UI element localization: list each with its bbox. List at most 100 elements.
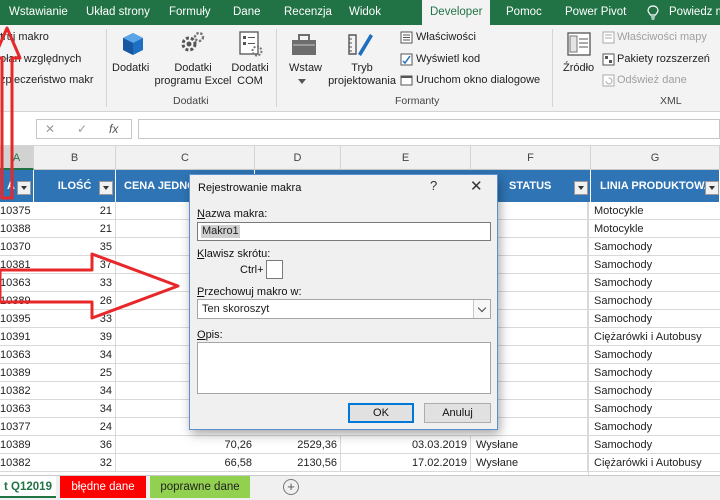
cell-total[interactable]: 2130,56	[255, 454, 341, 472]
view-code-button[interactable]: Wyświetl kod	[416, 53, 480, 65]
cell-quantity[interactable]: 26	[34, 292, 116, 310]
cell-product-line[interactable]: Samochody	[591, 292, 720, 310]
add-sheet-button[interactable]: +	[283, 479, 299, 495]
cell-product-line[interactable]: Motocykle	[591, 220, 720, 238]
tab-developer[interactable]: Developer	[422, 0, 491, 25]
excel-addins-button[interactable]: Dodatki programu Excel	[154, 62, 232, 88]
cell-order-number[interactable]: 10388	[0, 220, 34, 238]
tab-review[interactable]: Recenzja	[284, 0, 332, 25]
filter-dropdown-a[interactable]	[17, 181, 31, 195]
cell-product-line[interactable]: Samochody	[591, 382, 720, 400]
cell-product-line[interactable]: Samochody	[591, 238, 720, 256]
cell-order-number[interactable]: 10395	[0, 310, 34, 328]
column-header-f[interactable]: F	[471, 146, 591, 170]
cell-product-line[interactable]: Samochody	[591, 436, 720, 454]
cell-quantity[interactable]: 32	[34, 454, 116, 472]
column-header-b[interactable]: B	[34, 146, 116, 170]
cell-quantity[interactable]: 33	[34, 310, 116, 328]
refresh-data-button[interactable]: Odśwież dane	[617, 74, 687, 86]
insert-controls-button[interactable]: Wstaw	[289, 62, 322, 75]
close-icon[interactable]: ✕	[470, 177, 483, 195]
expansion-packs-button[interactable]: Pakiety rozszerzeń	[617, 53, 710, 65]
sheet-tab-bad-data[interactable]: błędne dane	[60, 476, 146, 498]
cell-product-line[interactable]: Samochody	[591, 310, 720, 328]
formula-input[interactable]	[138, 119, 720, 139]
cell-quantity[interactable]: 39	[34, 328, 116, 346]
cell-quantity[interactable]: 37	[34, 256, 116, 274]
cell-quantity[interactable]: 34	[34, 382, 116, 400]
column-header-e[interactable]: E	[341, 146, 471, 170]
ok-button[interactable]: OK	[348, 403, 414, 423]
record-macro-button[interactable]: truj makro	[0, 31, 49, 43]
cell-product-line[interactable]: Samochody	[591, 346, 720, 364]
cell-unit-price[interactable]: 66,58	[200, 454, 255, 472]
tell-me-search[interactable]: Powiedz m	[669, 0, 720, 25]
column-header-a[interactable]: A	[0, 146, 34, 170]
cell-product-line[interactable]: Samochody	[591, 400, 720, 418]
column-header-d[interactable]: D	[255, 146, 341, 170]
cell-order-number[interactable]: 10382	[0, 382, 34, 400]
cell-order-number[interactable]: 10363	[0, 346, 34, 364]
sheet-tab-q12019[interactable]: t Q12019	[0, 476, 56, 498]
cell-order-number[interactable]: 10363	[0, 400, 34, 418]
cancel-button[interactable]: Anuluj	[424, 403, 491, 423]
cell-order-number[interactable]: 10377	[0, 418, 34, 436]
cell-order-number[interactable]: 10382	[0, 454, 34, 472]
tab-data[interactable]: Dane	[233, 0, 261, 25]
cell-total[interactable]: 2529,36	[255, 436, 341, 454]
cell-order-number[interactable]: 10381	[0, 256, 34, 274]
cell-order-number[interactable]: 10391	[0, 328, 34, 346]
cell-product-line[interactable]: Ciężarówki i Autobusy	[591, 328, 720, 346]
com-addins-button[interactable]: Dodatki COM	[230, 62, 270, 88]
map-properties-button[interactable]: Właściwości mapy	[617, 31, 707, 43]
shortcut-key-input[interactable]	[266, 260, 283, 279]
cell-date[interactable]: 17.02.2019	[341, 454, 471, 472]
tab-page-layout[interactable]: Układ strony	[86, 0, 150, 25]
column-header-g[interactable]: G	[591, 146, 720, 170]
cell-status[interactable]: Wysłane	[474, 436, 588, 454]
filter-dropdown-line[interactable]	[705, 181, 719, 195]
use-relative-references-button[interactable]: ołań względnych	[0, 53, 81, 65]
cell-product-line[interactable]: Samochody	[591, 418, 720, 436]
store-macro-select[interactable]: Ten skoroszyt	[197, 299, 491, 319]
cell-product-line[interactable]: Ciężarówki i Autobusy	[591, 454, 720, 472]
filter-dropdown-status[interactable]	[574, 181, 588, 195]
cell-quantity[interactable]: 33	[34, 274, 116, 292]
help-icon[interactable]: ?	[430, 178, 437, 193]
tab-view[interactable]: Widok	[349, 0, 381, 25]
cell-order-number[interactable]: 10363	[0, 274, 34, 292]
tab-power-pivot[interactable]: Power Pivot	[565, 0, 626, 25]
run-dialog-button[interactable]: Uruchom okno dialogowe	[416, 74, 540, 86]
cell-product-line[interactable]: Samochody	[591, 256, 720, 274]
filter-dropdown-qty[interactable]	[99, 181, 113, 195]
tab-insert[interactable]: Wstawianie	[9, 0, 68, 25]
cell-product-line[interactable]: Samochody	[591, 274, 720, 292]
cell-order-number[interactable]: 10389	[0, 436, 34, 454]
cell-quantity[interactable]: 35	[34, 238, 116, 256]
cell-quantity[interactable]: 25	[34, 364, 116, 382]
cell-product-line[interactable]: Motocykle	[591, 202, 720, 220]
cell-order-number[interactable]: 10375	[0, 202, 34, 220]
sheet-tab-good-data[interactable]: poprawne dane	[150, 476, 250, 498]
column-header-c[interactable]: C	[116, 146, 255, 170]
description-textarea[interactable]	[197, 342, 491, 394]
macro-security-button[interactable]: zpieczeństwo makr	[0, 74, 94, 86]
cell-date[interactable]: 03.03.2019	[341, 436, 471, 454]
cell-order-number[interactable]: 10370	[0, 238, 34, 256]
cell-quantity[interactable]: 34	[34, 400, 116, 418]
addins-button[interactable]: Dodatki	[112, 62, 149, 75]
cell-quantity[interactable]: 24	[34, 418, 116, 436]
cell-quantity[interactable]: 34	[34, 346, 116, 364]
cell-quantity[interactable]: 36	[34, 436, 116, 454]
cell-product-line[interactable]: Samochody	[591, 364, 720, 382]
design-mode-button[interactable]: Tryb projektowania	[327, 62, 397, 88]
insert-function-icon[interactable]: fx	[109, 122, 118, 136]
tab-help[interactable]: Pomoc	[506, 0, 542, 25]
cell-status[interactable]: Wysłane	[474, 454, 588, 472]
tab-formulas[interactable]: Formuły	[169, 0, 211, 25]
cell-quantity[interactable]: 21	[34, 220, 116, 238]
properties-button[interactable]: Właściwości	[416, 31, 476, 43]
cell-order-number[interactable]: 10389	[0, 292, 34, 310]
cell-unit-price[interactable]: 70,26	[200, 436, 255, 454]
confirm-entry-icon[interactable]: ✓	[77, 122, 87, 136]
